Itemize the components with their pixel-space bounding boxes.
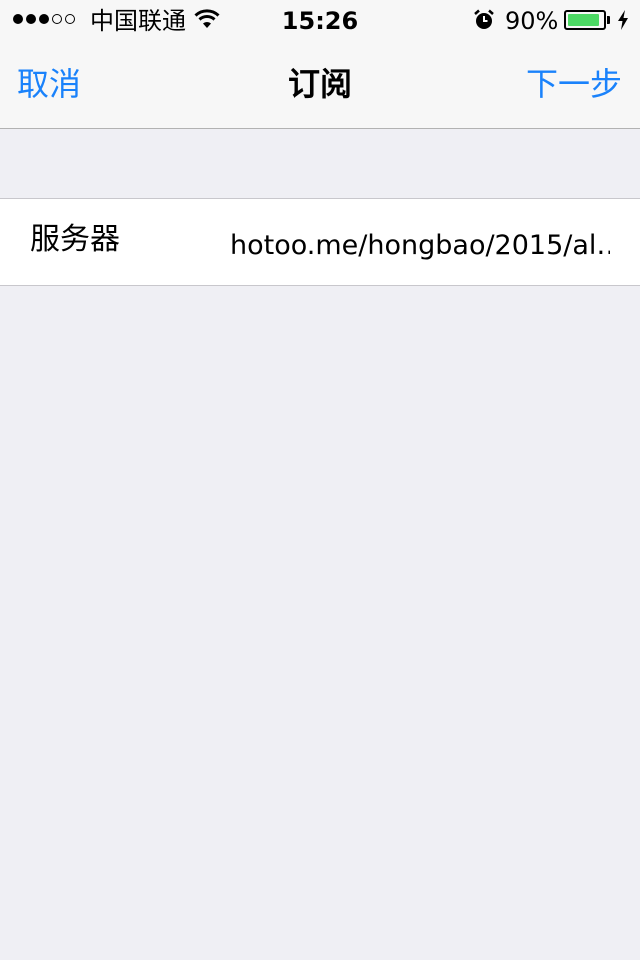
server-row[interactable]: 服务器 hotoo.me/hongbao/2015/al…: [0, 198, 640, 286]
battery-icon: [564, 10, 606, 30]
alarm-icon: [474, 9, 494, 29]
server-value[interactable]: hotoo.me/hongbao/2015/al…: [230, 226, 610, 266]
server-label: 服务器: [30, 222, 120, 257]
navigation-bar: 取消 订阅 下一步: [0, 40, 640, 129]
battery-nub: [607, 16, 610, 24]
charging-icon: [618, 10, 628, 30]
next-step-button[interactable]: 下一步: [526, 64, 622, 104]
battery-percent: 90%: [505, 7, 559, 35]
battery-fill: [568, 14, 599, 26]
status-bar: 中国联通 15:26 90%: [0, 0, 640, 40]
